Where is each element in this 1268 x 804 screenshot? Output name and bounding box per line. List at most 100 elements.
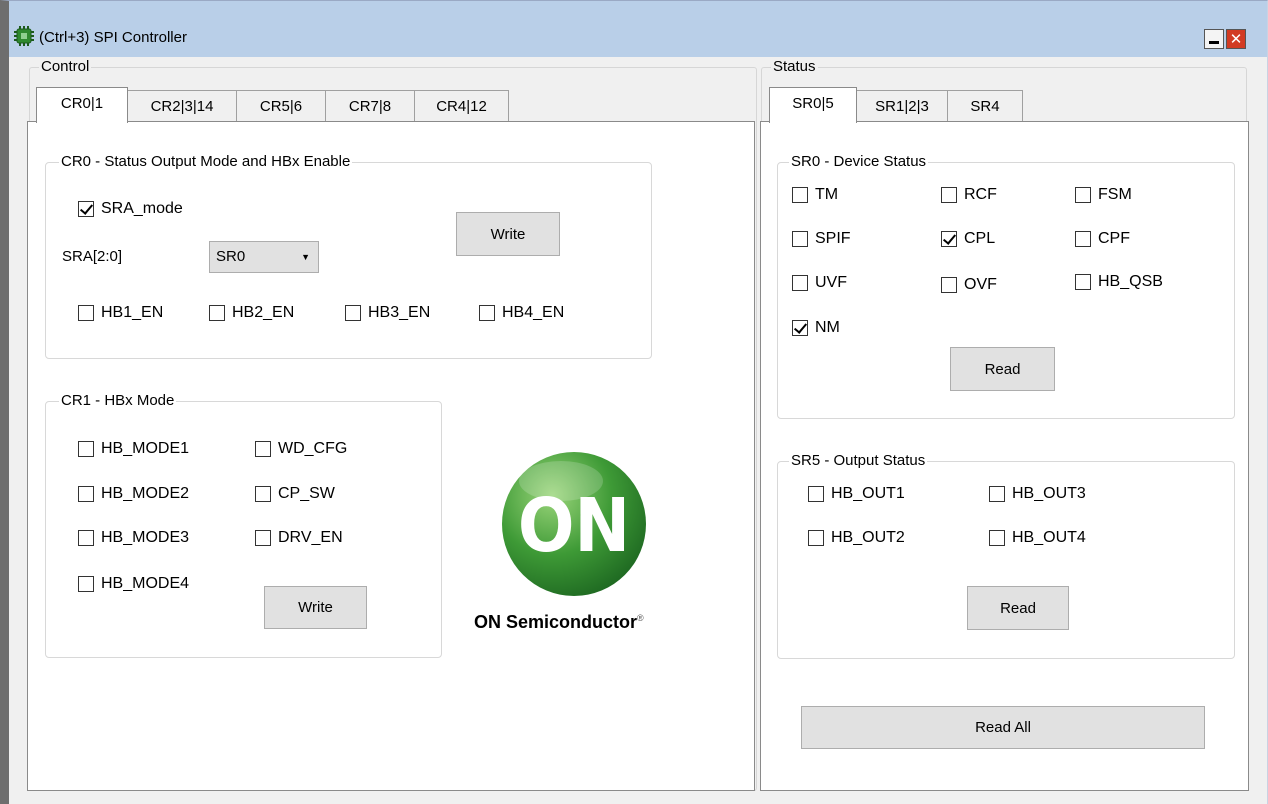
tm-checkbox[interactable]: TM <box>792 186 838 204</box>
cr1-title: CR1 - HBx Mode <box>59 392 177 409</box>
checkbox-mark <box>941 231 957 247</box>
checkbox-mark <box>78 305 94 321</box>
sra-mode-checkbox[interactable]: SRA_mode <box>78 200 183 218</box>
hb1-en-checkbox[interactable]: HB1_EN <box>78 304 163 322</box>
hb3-en-checkbox[interactable]: HB3_EN <box>345 304 430 322</box>
sra-select[interactable]: SR0 ▼ <box>209 241 319 273</box>
hb4-en-label: HB4_EN <box>502 304 565 321</box>
hb-out1-checkbox[interactable]: HB_OUT1 <box>808 485 905 503</box>
nm-label: NM <box>815 319 840 336</box>
spif-label: SPIF <box>815 230 851 247</box>
status-group-label: Status <box>771 58 818 75</box>
chevron-down-icon: ▼ <box>301 252 310 262</box>
tab-sr4[interactable]: SR4 <box>947 90 1023 122</box>
checkbox-mark <box>78 576 94 592</box>
uvf-checkbox[interactable]: UVF <box>792 274 847 292</box>
tab-cr2-3-14[interactable]: CR2|3|14 <box>127 90 237 122</box>
cr0-title: CR0 - Status Output Mode and HBx Enable <box>59 153 353 170</box>
wd-cfg-label: WD_CFG <box>278 440 348 457</box>
uvf-label: UVF <box>815 274 847 291</box>
sr0-read-button[interactable]: Read <box>950 347 1055 391</box>
checkbox-mark <box>792 320 808 336</box>
spif-checkbox[interactable]: SPIF <box>792 230 851 248</box>
close-button[interactable]: ✕ <box>1226 29 1246 49</box>
tm-label: TM <box>815 186 839 203</box>
checkbox-mark <box>78 441 94 457</box>
ovf-checkbox[interactable]: OVF <box>941 276 997 294</box>
hb-mode2-checkbox[interactable]: HB_MODE2 <box>78 485 189 503</box>
tab-cr5-6[interactable]: CR5|6 <box>236 90 326 122</box>
hb-mode1-label: HB_MODE1 <box>101 440 190 457</box>
minimize-button[interactable] <box>1204 29 1224 49</box>
tab-sr0-5[interactable]: SR0|5 <box>769 87 857 123</box>
cpf-label: CPF <box>1098 230 1130 247</box>
cp-sw-checkbox[interactable]: CP_SW <box>255 485 335 503</box>
logo-mark: ON <box>518 483 630 569</box>
checkbox-mark <box>255 486 271 502</box>
cpl-label: CPL <box>964 230 996 247</box>
tab-cr0-1[interactable]: CR0|1 <box>36 87 128 123</box>
minimize-icon <box>1209 41 1219 44</box>
checkbox-mark <box>209 305 225 321</box>
hb2-en-checkbox[interactable]: HB2_EN <box>209 304 294 322</box>
checkbox-mark <box>1075 274 1091 290</box>
sr5-read-button[interactable]: Read <box>967 586 1069 630</box>
checkbox-mark <box>255 530 271 546</box>
cr0-groupbox <box>45 162 652 359</box>
hb-mode4-checkbox[interactable]: HB_MODE4 <box>78 575 189 593</box>
checkbox-mark <box>345 305 361 321</box>
cpl-checkbox[interactable]: CPL <box>941 230 995 248</box>
window-title: (Ctrl+3) SPI Controller <box>39 29 187 46</box>
sr0-title: SR0 - Device Status <box>789 153 929 170</box>
drv-en-checkbox[interactable]: DRV_EN <box>255 529 343 547</box>
checkbox-mark <box>1075 187 1091 203</box>
cr1-write-button[interactable]: Write <box>264 586 367 629</box>
hb-out2-label: HB_OUT2 <box>831 529 905 546</box>
checkbox-mark <box>1075 231 1091 247</box>
checkbox-mark <box>941 277 957 293</box>
rcf-label: RCF <box>964 186 997 203</box>
hb4-en-checkbox[interactable]: HB4_EN <box>479 304 564 322</box>
hb-out4-checkbox[interactable]: HB_OUT4 <box>989 529 1086 547</box>
sr5-title: SR5 - Output Status <box>789 452 928 469</box>
drv-en-label: DRV_EN <box>278 529 343 546</box>
rcf-checkbox[interactable]: RCF <box>941 186 997 204</box>
cp-sw-label: CP_SW <box>278 485 335 502</box>
sra-select-value: SR0 <box>216 248 246 265</box>
title-bar: (Ctrl+3) SPI Controller ✕ <box>9 1 1267 57</box>
tab-sr1-2-3[interactable]: SR1|2|3 <box>856 90 948 122</box>
hb-out2-checkbox[interactable]: HB_OUT2 <box>808 529 905 547</box>
tab-cr7-8[interactable]: CR7|8 <box>325 90 415 122</box>
sra-label: SRA[2:0] <box>62 248 123 265</box>
hb2-en-label: HB2_EN <box>232 304 295 321</box>
checkbox-mark <box>941 187 957 203</box>
logo-name: ON Semiconductor <box>474 612 638 632</box>
hb-mode3-checkbox[interactable]: HB_MODE3 <box>78 529 189 547</box>
cr0-write-button[interactable]: Write <box>456 212 560 256</box>
checkbox-mark <box>808 486 824 502</box>
fsm-checkbox[interactable]: FSM <box>1075 186 1132 204</box>
hb-out4-label: HB_OUT4 <box>1012 529 1086 546</box>
hb-out1-label: HB_OUT1 <box>831 485 905 502</box>
checkbox-mark <box>479 305 495 321</box>
hb-mode1-checkbox[interactable]: HB_MODE1 <box>78 440 189 458</box>
checkbox-mark <box>989 486 1005 502</box>
wd-cfg-checkbox[interactable]: WD_CFG <box>255 440 347 458</box>
checkbox-mark <box>78 201 94 217</box>
nm-checkbox[interactable]: NM <box>792 319 840 337</box>
control-group-label: Control <box>39 58 92 75</box>
fsm-label: FSM <box>1098 186 1132 203</box>
logo-text: ON Semiconductor® <box>474 612 644 633</box>
sra-mode-label: SRA_mode <box>101 200 183 217</box>
checkbox-mark <box>78 530 94 546</box>
read-all-button[interactable]: Read All <box>801 706 1205 749</box>
hb-mode3-label: HB_MODE3 <box>101 529 190 546</box>
hb-out3-checkbox[interactable]: HB_OUT3 <box>989 485 1086 503</box>
chip-icon <box>14 26 34 46</box>
hb-qsb-label: HB_QSB <box>1098 273 1163 290</box>
hb-qsb-checkbox[interactable]: HB_QSB <box>1075 273 1163 291</box>
cpf-checkbox[interactable]: CPF <box>1075 230 1130 248</box>
tab-cr4-12[interactable]: CR4|12 <box>414 90 509 122</box>
spi-controller-window: (Ctrl+3) SPI Controller ✕ Control CR0|1 … <box>0 0 1268 804</box>
checkbox-mark <box>255 441 271 457</box>
